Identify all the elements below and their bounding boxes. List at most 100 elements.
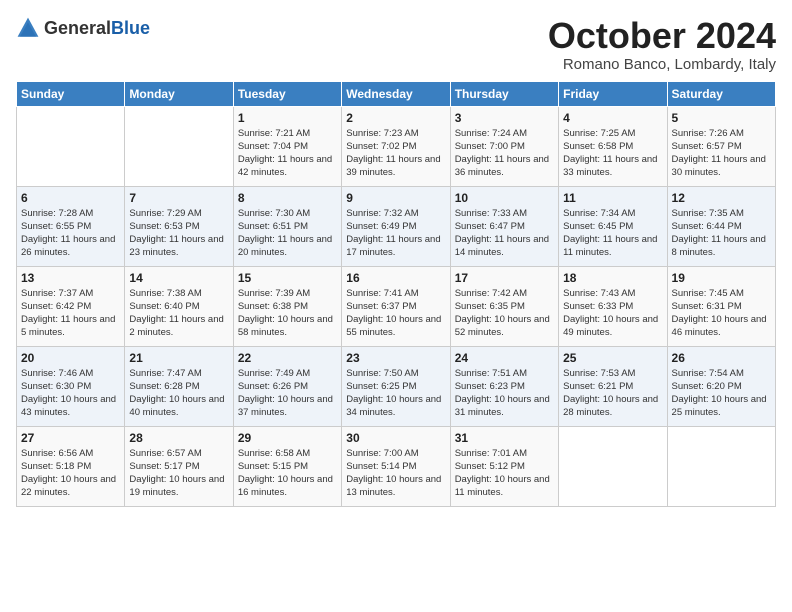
calendar-cell: 8 Sunrise: 7:30 AM Sunset: 6:51 PM Daylig… xyxy=(233,186,341,266)
cell-content: Sunrise: 7:25 AM Sunset: 6:58 PM Dayligh… xyxy=(563,127,662,180)
day-number: 26 xyxy=(672,351,771,365)
cell-content: Sunrise: 7:01 AM Sunset: 5:12 PM Dayligh… xyxy=(455,447,554,500)
day-header-tuesday: Tuesday xyxy=(233,81,341,106)
day-number: 21 xyxy=(129,351,228,365)
cell-content: Sunrise: 7:43 AM Sunset: 6:33 PM Dayligh… xyxy=(563,287,662,340)
calendar-cell xyxy=(125,106,233,186)
cell-content: Sunrise: 7:49 AM Sunset: 6:26 PM Dayligh… xyxy=(238,367,337,420)
calendar-header-row: SundayMondayTuesdayWednesdayThursdayFrid… xyxy=(17,81,776,106)
calendar-cell: 29 Sunrise: 6:58 AM Sunset: 5:15 PM Dayli… xyxy=(233,426,341,506)
cell-content: Sunrise: 7:45 AM Sunset: 6:31 PM Dayligh… xyxy=(672,287,771,340)
cell-content: Sunrise: 7:30 AM Sunset: 6:51 PM Dayligh… xyxy=(238,207,337,260)
calendar-cell: 24Sunrise: 7:51 AM Sunset: 6:23 PM Dayli… xyxy=(450,346,558,426)
calendar-cell: 25 Sunrise: 7:53 AM Sunset: 6:21 PM Dayli… xyxy=(559,346,667,426)
calendar-cell: 27 Sunrise: 6:56 AM Sunset: 5:18 PM Dayli… xyxy=(17,426,125,506)
day-header-thursday: Thursday xyxy=(450,81,558,106)
calendar-cell: 10 Sunrise: 7:33 AM Sunset: 6:47 PM Dayli… xyxy=(450,186,558,266)
day-number: 8 xyxy=(238,191,337,205)
cell-content: Sunrise: 7:24 AM Sunset: 7:00 PM Dayligh… xyxy=(455,127,554,180)
day-number: 2 xyxy=(346,111,445,125)
calendar-cell: 18 Sunrise: 7:43 AM Sunset: 6:33 PM Dayli… xyxy=(559,266,667,346)
day-number: 13 xyxy=(21,271,120,285)
day-number: 27 xyxy=(21,431,120,445)
day-number: 31 xyxy=(455,431,554,445)
day-number: 17 xyxy=(455,271,554,285)
calendar-cell: 9 Sunrise: 7:32 AM Sunset: 6:49 PM Daylig… xyxy=(342,186,450,266)
calendar-cell: 28 Sunrise: 6:57 AM Sunset: 5:17 PM Dayli… xyxy=(125,426,233,506)
calendar-cell: 16 Sunrise: 7:41 AM Sunset: 6:37 PM Dayli… xyxy=(342,266,450,346)
calendar-cell: 5 Sunrise: 7:26 AM Sunset: 6:57 PM Daylig… xyxy=(667,106,775,186)
calendar-week-row: 6 Sunrise: 7:28 AM Sunset: 6:55 PM Daylig… xyxy=(17,186,776,266)
day-number: 28 xyxy=(129,431,228,445)
day-number: 16 xyxy=(346,271,445,285)
calendar-cell: 12Sunrise: 7:35 AM Sunset: 6:44 PM Dayli… xyxy=(667,186,775,266)
day-number: 1 xyxy=(238,111,337,125)
cell-content: Sunrise: 7:54 AM Sunset: 6:20 PM Dayligh… xyxy=(672,367,771,420)
calendar-cell: 1 Sunrise: 7:21 AM Sunset: 7:04 PM Daylig… xyxy=(233,106,341,186)
day-header-monday: Monday xyxy=(125,81,233,106)
day-number: 9 xyxy=(346,191,445,205)
day-number: 14 xyxy=(129,271,228,285)
cell-content: Sunrise: 7:28 AM Sunset: 6:55 PM Dayligh… xyxy=(21,207,120,260)
logo-text: GeneralBlue xyxy=(44,18,150,39)
calendar-cell: 26 Sunrise: 7:54 AM Sunset: 6:20 PM Dayli… xyxy=(667,346,775,426)
calendar-week-row: 13Sunrise: 7:37 AM Sunset: 6:42 PM Dayli… xyxy=(17,266,776,346)
calendar-cell: 3 Sunrise: 7:24 AM Sunset: 7:00 PM Daylig… xyxy=(450,106,558,186)
day-number: 4 xyxy=(563,111,662,125)
day-header-friday: Friday xyxy=(559,81,667,106)
cell-content: Sunrise: 7:53 AM Sunset: 6:21 PM Dayligh… xyxy=(563,367,662,420)
day-number: 5 xyxy=(672,111,771,125)
cell-content: Sunrise: 7:39 AM Sunset: 6:38 PM Dayligh… xyxy=(238,287,337,340)
cell-content: Sunrise: 7:50 AM Sunset: 6:25 PM Dayligh… xyxy=(346,367,445,420)
cell-content: Sunrise: 7:29 AM Sunset: 6:53 PM Dayligh… xyxy=(129,207,228,260)
cell-content: Sunrise: 7:21 AM Sunset: 7:04 PM Dayligh… xyxy=(238,127,337,180)
calendar-cell: 19 Sunrise: 7:45 AM Sunset: 6:31 PM Dayli… xyxy=(667,266,775,346)
cell-content: Sunrise: 6:57 AM Sunset: 5:17 PM Dayligh… xyxy=(129,447,228,500)
day-number: 12 xyxy=(672,191,771,205)
cell-content: Sunrise: 7:42 AM Sunset: 6:35 PM Dayligh… xyxy=(455,287,554,340)
day-number: 22 xyxy=(238,351,337,365)
day-number: 6 xyxy=(21,191,120,205)
cell-content: Sunrise: 6:58 AM Sunset: 5:15 PM Dayligh… xyxy=(238,447,337,500)
cell-content: Sunrise: 7:26 AM Sunset: 6:57 PM Dayligh… xyxy=(672,127,771,180)
day-number: 3 xyxy=(455,111,554,125)
cell-content: Sunrise: 7:38 AM Sunset: 6:40 PM Dayligh… xyxy=(129,287,228,340)
day-number: 19 xyxy=(672,271,771,285)
cell-content: Sunrise: 6:56 AM Sunset: 5:18 PM Dayligh… xyxy=(21,447,120,500)
calendar-week-row: 1 Sunrise: 7:21 AM Sunset: 7:04 PM Daylig… xyxy=(17,106,776,186)
calendar-cell: 13Sunrise: 7:37 AM Sunset: 6:42 PM Dayli… xyxy=(17,266,125,346)
calendar-cell: 4 Sunrise: 7:25 AM Sunset: 6:58 PM Daylig… xyxy=(559,106,667,186)
day-number: 30 xyxy=(346,431,445,445)
cell-content: Sunrise: 7:47 AM Sunset: 6:28 PM Dayligh… xyxy=(129,367,228,420)
calendar-cell: 11 Sunrise: 7:34 AM Sunset: 6:45 PM Dayli… xyxy=(559,186,667,266)
day-number: 18 xyxy=(563,271,662,285)
calendar-table: SundayMondayTuesdayWednesdayThursdayFrid… xyxy=(16,81,776,507)
calendar-cell: 31 Sunrise: 7:01 AM Sunset: 5:12 PM Dayli… xyxy=(450,426,558,506)
logo-icon xyxy=(16,16,40,40)
day-number: 29 xyxy=(238,431,337,445)
day-header-wednesday: Wednesday xyxy=(342,81,450,106)
calendar-cell: 20Sunrise: 7:46 AM Sunset: 6:30 PM Dayli… xyxy=(17,346,125,426)
cell-content: Sunrise: 7:34 AM Sunset: 6:45 PM Dayligh… xyxy=(563,207,662,260)
calendar-cell: 30Sunrise: 7:00 AM Sunset: 5:14 PM Dayli… xyxy=(342,426,450,506)
cell-content: Sunrise: 7:23 AM Sunset: 7:02 PM Dayligh… xyxy=(346,127,445,180)
cell-content: Sunrise: 7:51 AM Sunset: 6:23 PM Dayligh… xyxy=(455,367,554,420)
calendar-cell: 23 Sunrise: 7:50 AM Sunset: 6:25 PM Dayli… xyxy=(342,346,450,426)
day-number: 23 xyxy=(346,351,445,365)
day-header-sunday: Sunday xyxy=(17,81,125,106)
day-number: 7 xyxy=(129,191,228,205)
calendar-cell xyxy=(17,106,125,186)
cell-content: Sunrise: 7:46 AM Sunset: 6:30 PM Dayligh… xyxy=(21,367,120,420)
cell-content: Sunrise: 7:32 AM Sunset: 6:49 PM Dayligh… xyxy=(346,207,445,260)
day-number: 25 xyxy=(563,351,662,365)
calendar-cell: 17 Sunrise: 7:42 AM Sunset: 6:35 PM Dayli… xyxy=(450,266,558,346)
calendar-cell: 15Sunrise: 7:39 AM Sunset: 6:38 PM Dayli… xyxy=(233,266,341,346)
calendar-cell: 6 Sunrise: 7:28 AM Sunset: 6:55 PM Daylig… xyxy=(17,186,125,266)
calendar-week-row: 27 Sunrise: 6:56 AM Sunset: 5:18 PM Dayli… xyxy=(17,426,776,506)
calendar-cell: 14 Sunrise: 7:38 AM Sunset: 6:40 PM Dayli… xyxy=(125,266,233,346)
day-number: 10 xyxy=(455,191,554,205)
cell-content: Sunrise: 7:41 AM Sunset: 6:37 PM Dayligh… xyxy=(346,287,445,340)
calendar-cell: 22 Sunrise: 7:49 AM Sunset: 6:26 PM Dayli… xyxy=(233,346,341,426)
day-number: 11 xyxy=(563,191,662,205)
cell-content: Sunrise: 7:33 AM Sunset: 6:47 PM Dayligh… xyxy=(455,207,554,260)
